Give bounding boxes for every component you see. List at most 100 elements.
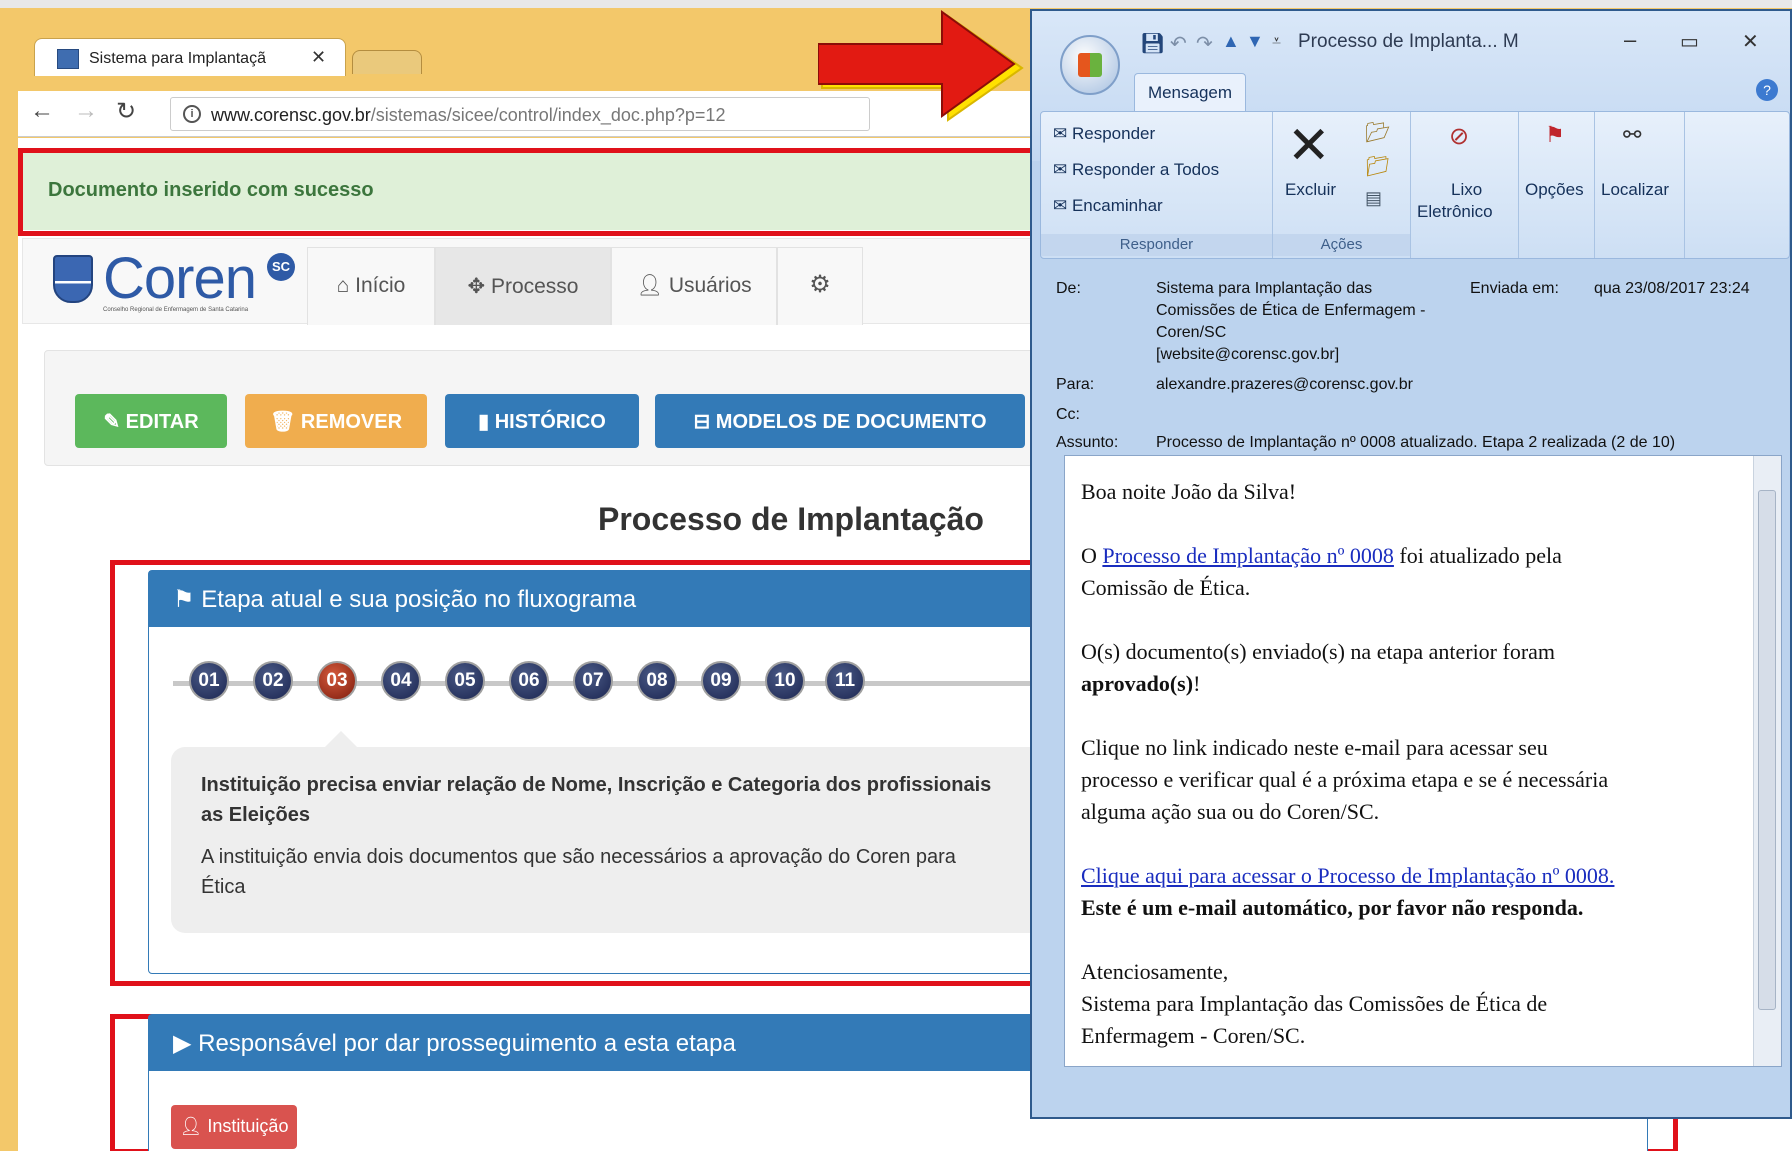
logo-badge: SC: [267, 253, 295, 281]
step-11[interactable]: 11: [825, 661, 865, 701]
signature-1: Atenciosamente,: [1081, 959, 1229, 984]
coren-logo[interactable]: Coren SC Conselho Regional de Enfermagem…: [45, 246, 295, 313]
back-icon[interactable]: ←: [30, 97, 54, 125]
reply-all-icon: ✉︎: [1053, 160, 1072, 179]
processo-link[interactable]: Processo de Implantação nº 0008: [1102, 543, 1394, 568]
lixo-label[interactable]: Lixo: [1451, 180, 1482, 200]
paragraph-3-line-3: alguma ação sua ou do Coren/SC.: [1081, 799, 1380, 824]
group-acoes: ✕ Excluir 📂︎ 📁︎ ▤ Ações: [1273, 112, 1411, 258]
outlook-message-window: 💾︎ ↶ ↷ ▲ ▼ ⩡ Processo de Implanta... M –…: [1030, 9, 1792, 1119]
new-tab-button[interactable]: [352, 50, 422, 74]
historico-label: HISTÓRICO: [494, 411, 606, 433]
remover-button[interactable]: 🗑︎ REMOVER: [245, 394, 427, 448]
instituicao-button[interactable]: 👤︎ Instituição: [171, 1105, 297, 1149]
flag-icon: ⚑: [173, 586, 202, 613]
maximize-icon[interactable]: ▭: [1680, 29, 1699, 54]
de-label: De:: [1056, 280, 1081, 297]
group-lixo: ⊘ Lixo Eletrônico: [1411, 112, 1519, 258]
modelos-button[interactable]: ⊟ MODELOS DE DOCUMENTO: [655, 394, 1025, 448]
editar-label: EDITAR: [125, 411, 199, 433]
editar-button[interactable]: ✎ EDITAR: [75, 394, 227, 448]
step-06[interactable]: 06: [509, 661, 549, 701]
redo-icon[interactable]: ↷: [1196, 31, 1213, 56]
reload-icon[interactable]: ↻: [116, 97, 136, 126]
up-arrow-icon[interactable]: ▲: [1222, 31, 1240, 52]
close-window-icon[interactable]: ✕: [1742, 29, 1759, 54]
info-icon[interactable]: i: [183, 105, 201, 123]
paragraph-2: O(s) documento(s) enviado(s) na etapa an…: [1081, 639, 1556, 664]
vertical-scroll-thumb[interactable]: [1758, 490, 1776, 1010]
close-tab-icon[interactable]: ✕: [311, 47, 326, 68]
binoculars-icon[interactable]: ⚯: [1623, 122, 1641, 148]
encaminhar-button[interactable]: ✉︎ Encaminhar: [1053, 196, 1163, 216]
create-rule-icon[interactable]: 📁︎: [1365, 154, 1390, 179]
historico-button[interactable]: ▮ HISTÓRICO: [445, 394, 639, 448]
paragraph-3-line-2: processo e verificar qual é a próxima et…: [1081, 767, 1609, 792]
responder-button[interactable]: ✉︎ Responder: [1053, 124, 1155, 144]
move-folder-icon[interactable]: 📂︎: [1365, 120, 1390, 145]
step-03-current[interactable]: 03: [317, 661, 357, 701]
nav-usuarios-label: Usuários: [668, 274, 752, 297]
assunto-value: Processo de Implantação nº 0008 atualiza…: [1156, 434, 1676, 451]
responsavel-panel-title: Responsável por dar prosseguimento a est…: [198, 1030, 736, 1057]
shield-icon: [53, 255, 93, 303]
forward-icon[interactable]: →: [74, 97, 98, 125]
de-line-2: Comissões de Ética de Enfermagem -: [1156, 302, 1426, 319]
de-line-1: Sistema para Implantação das: [1156, 280, 1373, 297]
save-icon[interactable]: 💾︎: [1140, 31, 1165, 56]
step-09[interactable]: 09: [701, 661, 741, 701]
vertical-scrollbar[interactable]: [1753, 456, 1781, 1066]
help-icon[interactable]: ?: [1756, 79, 1778, 101]
eletronico-label[interactable]: Eletrônico: [1417, 202, 1493, 222]
undo-icon[interactable]: ↶: [1170, 31, 1187, 56]
responder-todos-label: Responder a Todos: [1071, 160, 1220, 179]
paragraph-1-cont: Comissão de Ética.: [1081, 575, 1251, 600]
delete-x-icon[interactable]: ✕: [1287, 116, 1331, 176]
junk-icon[interactable]: ⊘: [1449, 122, 1469, 151]
browser-tab[interactable]: Sistema para Implantaçã ✕: [34, 38, 346, 76]
step-07[interactable]: 07: [573, 661, 613, 701]
pencil-icon: ✎: [103, 411, 126, 433]
nav-processo[interactable]: ✥ Processo: [435, 247, 611, 325]
nav-inicio[interactable]: ⌂ Início: [307, 247, 435, 325]
page-title: Processo de Implantação: [598, 501, 984, 537]
step-08[interactable]: 08: [637, 661, 677, 701]
encaminhar-label: Encaminhar: [1071, 196, 1163, 215]
customize-toolbar-icon[interactable]: ⩡: [1272, 33, 1281, 51]
nav-inicio-label: Início: [355, 274, 406, 297]
tab-mensagem[interactable]: Mensagem: [1134, 73, 1246, 111]
paragraph-2-cont: aprovado(s)!: [1081, 668, 1721, 700]
step-05[interactable]: 05: [445, 661, 485, 701]
minimize-icon[interactable]: –: [1624, 27, 1636, 53]
url-path: /sistemas/sicee/control/index_doc.php?p=…: [370, 105, 726, 125]
step-04[interactable]: 04: [381, 661, 421, 701]
flag-icon[interactable]: ⚑: [1545, 122, 1565, 148]
other-actions-icon[interactable]: ▤: [1365, 188, 1382, 209]
greeting: Boa noite João da Silva!: [1081, 479, 1297, 504]
step-10[interactable]: 10: [765, 661, 805, 701]
url-input[interactable]: i www.corensc.gov.br/sistemas/sicee/cont…: [170, 97, 870, 131]
url-domain: www.corensc.gov.br: [211, 105, 371, 125]
cc-label: Cc:: [1056, 406, 1080, 423]
book-icon: ▮: [478, 411, 495, 433]
enviada-label: Enviada em:: [1470, 280, 1559, 297]
localizar-button[interactable]: Localizar: [1601, 180, 1669, 200]
excluir-button[interactable]: Excluir: [1285, 180, 1336, 200]
nav-usuarios[interactable]: 👤︎ Usuários: [611, 247, 777, 325]
move-icon: ✥: [467, 275, 491, 298]
opcoes-button[interactable]: Opções: [1525, 180, 1584, 200]
nav-processo-label: Processo: [490, 275, 579, 298]
gear-icon: ⚙: [809, 271, 831, 298]
responder-todos-button[interactable]: ✉︎ Responder a Todos: [1053, 160, 1219, 180]
down-arrow-icon[interactable]: ▼: [1246, 31, 1264, 52]
office-button[interactable]: [1060, 35, 1120, 95]
paragraph-1: O Processo de Implantação nº 0008 foi at…: [1081, 540, 1721, 572]
aprovado-bold: aprovado(s): [1081, 671, 1194, 696]
acessar-processo-link[interactable]: Clique aqui para acessar o Processo de I…: [1081, 860, 1761, 892]
step-02[interactable]: 02: [253, 661, 293, 701]
message-body: Boa noite João da Silva! O Processo de I…: [1064, 455, 1782, 1067]
nav-settings[interactable]: ⚙: [777, 247, 863, 325]
para-label: Para:: [1056, 376, 1095, 393]
logo-text: Coren: [103, 246, 257, 311]
step-01[interactable]: 01: [189, 661, 229, 701]
